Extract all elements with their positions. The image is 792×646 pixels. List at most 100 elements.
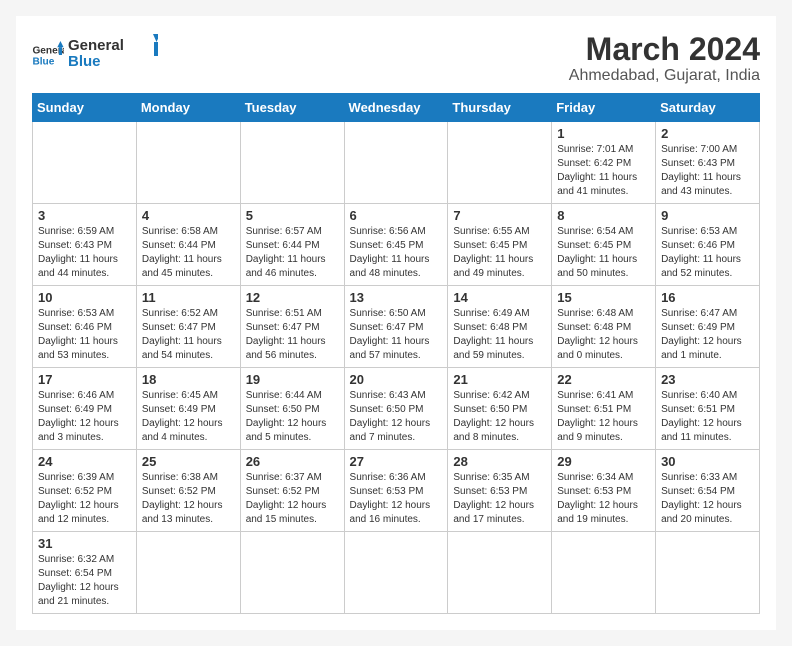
header-sunday: Sunday (33, 94, 137, 122)
table-row: 27 Sunrise: 6:36 AM Sunset: 6:53 PM Dayli… (344, 450, 448, 532)
table-row: 10 Sunrise: 6:53 AM Sunset: 6:46 PM Dayli… (33, 286, 137, 368)
day-number: 16 (661, 290, 754, 305)
day-number: 15 (557, 290, 650, 305)
day-info: Sunrise: 6:54 AM Sunset: 6:45 PM Dayligh… (557, 225, 650, 281)
table-row: 7Sunrise: 6:55 AM Sunset: 6:45 PM Daylig… (448, 204, 552, 286)
day-number: 25 (142, 454, 235, 469)
table-row: 22 Sunrise: 6:41 AM Sunset: 6:51 PM Dayli… (552, 368, 656, 450)
table-row (240, 532, 344, 614)
day-number: 1 (557, 126, 650, 141)
day-info: Sunrise: 6:35 AM Sunset: 6:53 PM Dayligh… (453, 471, 546, 527)
day-info: Sunrise: 6:59 AM Sunset: 6:43 PM Dayligh… (38, 225, 131, 281)
day-info: Sunrise: 6:41 AM Sunset: 6:51 PM Dayligh… (557, 389, 650, 445)
table-row: 18 Sunrise: 6:45 AM Sunset: 6:49 PM Dayli… (136, 368, 240, 450)
day-info: Sunrise: 6:34 AM Sunset: 6:53 PM Dayligh… (557, 471, 650, 527)
header: General Blue General Blue March 2024 Ahm… (32, 32, 760, 85)
svg-text:Blue: Blue (68, 53, 101, 70)
day-info: Sunrise: 6:45 AM Sunset: 6:49 PM Dayligh… (142, 389, 235, 445)
day-info: Sunrise: 6:42 AM Sunset: 6:50 PM Dayligh… (453, 389, 546, 445)
day-number: 2 (661, 126, 754, 141)
table-row: 30 Sunrise: 6:33 AM Sunset: 6:54 PM Dayli… (656, 450, 760, 532)
day-number: 10 (38, 290, 131, 305)
header-thursday: Thursday (448, 94, 552, 122)
table-row: 16 Sunrise: 6:47 AM Sunset: 6:49 PM Dayli… (656, 286, 760, 368)
calendar-page: General Blue General Blue March 2024 Ahm… (16, 16, 776, 630)
title-area: March 2024 Ahmedabad, Gujarat, India (569, 32, 760, 85)
table-row (344, 122, 448, 204)
day-number: 18 (142, 372, 235, 387)
table-row (448, 122, 552, 204)
day-info: Sunrise: 6:44 AM Sunset: 6:50 PM Dayligh… (246, 389, 339, 445)
day-info: Sunrise: 6:58 AM Sunset: 6:44 PM Dayligh… (142, 225, 235, 281)
header-monday: Monday (136, 94, 240, 122)
day-info: Sunrise: 6:43 AM Sunset: 6:50 PM Dayligh… (350, 389, 443, 445)
day-number: 21 (453, 372, 546, 387)
day-number: 6 (350, 208, 443, 223)
day-number: 11 (142, 290, 235, 305)
table-row: 6 Sunrise: 6:56 AM Sunset: 6:45 PM Daylig… (344, 204, 448, 286)
day-info: Sunrise: 6:36 AM Sunset: 6:53 PM Dayligh… (350, 471, 443, 527)
table-row (33, 122, 137, 204)
day-info: Sunrise: 6:33 AM Sunset: 6:54 PM Dayligh… (661, 471, 754, 527)
day-info: Sunrise: 6:37 AM Sunset: 6:52 PM Dayligh… (246, 471, 339, 527)
table-row: 1Sunrise: 7:01 AM Sunset: 6:42 PM Daylig… (552, 122, 656, 204)
day-info: Sunrise: 6:50 AM Sunset: 6:47 PM Dayligh… (350, 307, 443, 363)
day-info: Sunrise: 6:53 AM Sunset: 6:46 PM Dayligh… (38, 307, 131, 363)
day-number: 29 (557, 454, 650, 469)
logo: General Blue General Blue (32, 32, 158, 77)
day-info: Sunrise: 6:48 AM Sunset: 6:48 PM Dayligh… (557, 307, 650, 363)
logo-svg: General Blue (68, 32, 158, 72)
svg-text:Blue: Blue (32, 56, 54, 67)
day-number: 27 (350, 454, 443, 469)
day-info: Sunrise: 6:49 AM Sunset: 6:48 PM Dayligh… (453, 307, 546, 363)
table-row: 20 Sunrise: 6:43 AM Sunset: 6:50 PM Dayli… (344, 368, 448, 450)
table-row: 9Sunrise: 6:53 AM Sunset: 6:46 PM Daylig… (656, 204, 760, 286)
table-row: 3 Sunrise: 6:59 AM Sunset: 6:43 PM Daylig… (33, 204, 137, 286)
header-friday: Friday (552, 94, 656, 122)
day-number: 28 (453, 454, 546, 469)
day-info: Sunrise: 6:40 AM Sunset: 6:51 PM Dayligh… (661, 389, 754, 445)
calendar-title: March 2024 (569, 32, 760, 67)
table-row (656, 532, 760, 614)
day-info: Sunrise: 6:56 AM Sunset: 6:45 PM Dayligh… (350, 225, 443, 281)
day-number: 8 (557, 208, 650, 223)
table-row: 14Sunrise: 6:49 AM Sunset: 6:48 PM Dayli… (448, 286, 552, 368)
day-number: 31 (38, 536, 131, 551)
day-info: Sunrise: 6:46 AM Sunset: 6:49 PM Dayligh… (38, 389, 131, 445)
table-row: 15 Sunrise: 6:48 AM Sunset: 6:48 PM Dayli… (552, 286, 656, 368)
day-number: 30 (661, 454, 754, 469)
table-row (448, 532, 552, 614)
day-number: 12 (246, 290, 339, 305)
day-info: Sunrise: 6:51 AM Sunset: 6:47 PM Dayligh… (246, 307, 339, 363)
header-wednesday: Wednesday (344, 94, 448, 122)
table-row: 8 Sunrise: 6:54 AM Sunset: 6:45 PM Daylig… (552, 204, 656, 286)
table-row: 13 Sunrise: 6:50 AM Sunset: 6:47 PM Dayli… (344, 286, 448, 368)
logo-icon: General Blue (32, 41, 64, 69)
day-info: Sunrise: 6:57 AM Sunset: 6:44 PM Dayligh… (246, 225, 339, 281)
day-number: 24 (38, 454, 131, 469)
day-number: 4 (142, 208, 235, 223)
day-number: 22 (557, 372, 650, 387)
day-number: 3 (38, 208, 131, 223)
table-row: 12 Sunrise: 6:51 AM Sunset: 6:47 PM Dayli… (240, 286, 344, 368)
day-info: Sunrise: 6:32 AM Sunset: 6:54 PM Dayligh… (38, 553, 131, 609)
day-number: 26 (246, 454, 339, 469)
day-info: Sunrise: 6:55 AM Sunset: 6:45 PM Dayligh… (453, 225, 546, 281)
table-row: 29 Sunrise: 6:34 AM Sunset: 6:53 PM Dayli… (552, 450, 656, 532)
table-row: 4 Sunrise: 6:58 AM Sunset: 6:44 PM Daylig… (136, 204, 240, 286)
calendar-table: Sunday Monday Tuesday Wednesday Thursday… (32, 93, 760, 614)
day-info: Sunrise: 6:38 AM Sunset: 6:52 PM Dayligh… (142, 471, 235, 527)
table-row: 19Sunrise: 6:44 AM Sunset: 6:50 PM Dayli… (240, 368, 344, 450)
table-row (552, 532, 656, 614)
table-row: 11 Sunrise: 6:52 AM Sunset: 6:47 PM Dayli… (136, 286, 240, 368)
day-info: Sunrise: 6:47 AM Sunset: 6:49 PM Dayligh… (661, 307, 754, 363)
day-info: Sunrise: 6:52 AM Sunset: 6:47 PM Dayligh… (142, 307, 235, 363)
table-row: 21 Sunrise: 6:42 AM Sunset: 6:50 PM Dayli… (448, 368, 552, 450)
day-number: 13 (350, 290, 443, 305)
day-info: Sunrise: 6:39 AM Sunset: 6:52 PM Dayligh… (38, 471, 131, 527)
day-info: Sunrise: 6:53 AM Sunset: 6:46 PM Dayligh… (661, 225, 754, 281)
table-row: 26 Sunrise: 6:37 AM Sunset: 6:52 PM Dayli… (240, 450, 344, 532)
day-number: 20 (350, 372, 443, 387)
table-row: 2Sunrise: 7:00 AM Sunset: 6:43 PM Daylig… (656, 122, 760, 204)
table-row (240, 122, 344, 204)
